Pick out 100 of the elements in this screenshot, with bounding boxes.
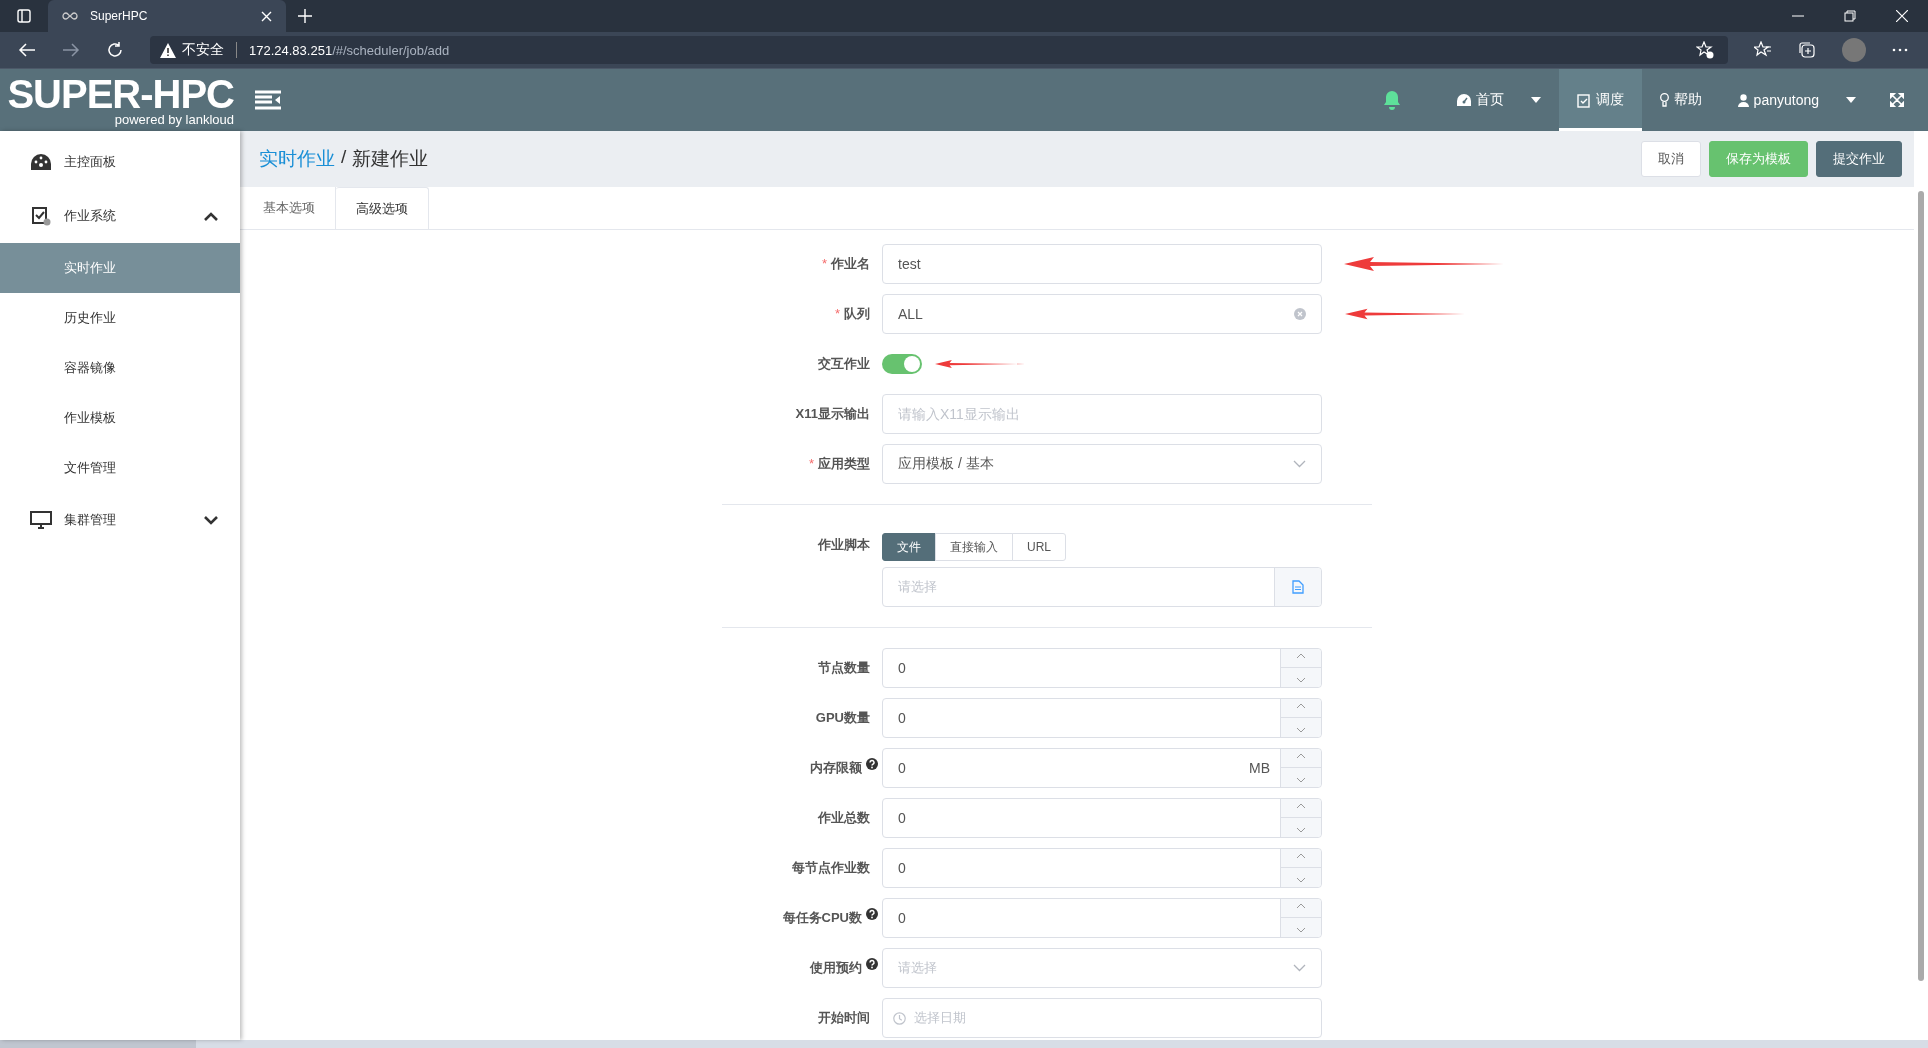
field-label: 使用预约 bbox=[810, 959, 862, 977]
scrollbar-thumb[interactable] bbox=[1918, 191, 1924, 981]
increment-icon[interactable] bbox=[1296, 903, 1306, 910]
sidebar-subitem[interactable]: 容器镜像 bbox=[0, 343, 240, 393]
help-icon[interactable] bbox=[866, 908, 878, 920]
tab[interactable]: 高级选项 bbox=[336, 187, 429, 229]
increment-icon[interactable] bbox=[1296, 853, 1306, 860]
bell-icon[interactable] bbox=[1382, 90, 1401, 110]
field-label: 队列 bbox=[844, 305, 870, 323]
lightbulb-icon bbox=[1659, 93, 1669, 107]
breadcrumb-separator: / bbox=[341, 146, 347, 169]
back-icon[interactable] bbox=[18, 42, 36, 58]
chevron-down-icon[interactable] bbox=[204, 515, 218, 525]
field-label: 作业名 bbox=[831, 255, 870, 273]
required-mark: * bbox=[834, 305, 840, 323]
reload-icon[interactable] bbox=[106, 41, 124, 59]
monitor-icon bbox=[30, 511, 52, 529]
decrement-icon[interactable] bbox=[1296, 726, 1306, 733]
security-label: 不安全 bbox=[182, 41, 224, 59]
add-favorite-icon[interactable] bbox=[1696, 41, 1714, 59]
help-icon[interactable] bbox=[866, 958, 878, 970]
number-field[interactable]: 0 bbox=[882, 798, 1322, 838]
new-tab-icon[interactable] bbox=[298, 9, 312, 23]
increment-icon[interactable] bbox=[1296, 703, 1306, 710]
decrement-icon[interactable] bbox=[1296, 826, 1306, 833]
collections-icon[interactable] bbox=[1798, 41, 1816, 59]
field-label: 开始时间 bbox=[818, 1009, 870, 1027]
number-field[interactable]: 0 bbox=[882, 698, 1322, 738]
more-icon[interactable] bbox=[1892, 48, 1908, 52]
clock-icon bbox=[893, 1011, 906, 1025]
sidebar-item[interactable]: 集群管理 bbox=[0, 493, 240, 547]
close-icon[interactable] bbox=[1896, 10, 1908, 22]
increment-icon[interactable] bbox=[1296, 753, 1306, 760]
logo-subtitle: powered by lankloud bbox=[114, 113, 234, 126]
field-label: GPU数量 bbox=[815, 709, 870, 727]
field-label: 内存限额 bbox=[810, 759, 862, 777]
sidebar-toggle-icon[interactable] bbox=[255, 90, 281, 110]
field-label: 每任务CPU数 bbox=[782, 909, 862, 927]
toggle-switch[interactable] bbox=[882, 354, 922, 374]
restore-icon[interactable] bbox=[1844, 10, 1856, 22]
sidebar-subitem[interactable]: 文件管理 bbox=[0, 443, 240, 493]
action-button[interactable]: 取消 bbox=[1641, 141, 1701, 177]
number-field[interactable]: 0 MB bbox=[882, 748, 1322, 788]
breadcrumb-current: 新建作业 bbox=[352, 147, 429, 171]
site-icon bbox=[62, 11, 78, 21]
field-label: 每节点作业数 bbox=[792, 859, 870, 877]
field-label: 作业总数 bbox=[818, 809, 870, 827]
field-label: 节点数量 bbox=[818, 659, 870, 677]
caret-icon[interactable] bbox=[1530, 97, 1541, 103]
tab-title: SuperHPC bbox=[90, 9, 149, 23]
dashboard-icon bbox=[1456, 94, 1471, 106]
browser-tab[interactable]: SuperHPC bbox=[48, 0, 286, 32]
favorites-icon[interactable] bbox=[1754, 41, 1772, 59]
caret-icon[interactable] bbox=[1846, 97, 1856, 103]
dashboard-icon bbox=[30, 154, 52, 170]
sidebar-item[interactable]: 主控面板 bbox=[0, 135, 240, 189]
nav-item[interactable]: 调度 bbox=[1558, 69, 1642, 131]
url-text: 172.24.83.251/#/scheduler/job/add bbox=[249, 42, 450, 58]
chevron-down-icon bbox=[1293, 964, 1306, 972]
decrement-icon[interactable] bbox=[1296, 776, 1306, 783]
segment-button[interactable]: 文件 bbox=[882, 533, 936, 561]
number-field[interactable]: 0 bbox=[882, 898, 1322, 938]
sidebar-item[interactable]: 作业系统 bbox=[0, 189, 240, 243]
increment-icon[interactable] bbox=[1296, 653, 1306, 660]
required-mark: * bbox=[808, 455, 814, 473]
field-label: 应用类型 bbox=[818, 455, 870, 473]
tab-actions-icon[interactable] bbox=[16, 8, 32, 24]
clipboard-check-icon bbox=[1576, 92, 1591, 108]
select-field[interactable]: ALL bbox=[882, 294, 1322, 334]
segment-button[interactable]: URL bbox=[1012, 533, 1066, 561]
help-icon[interactable] bbox=[866, 758, 878, 770]
forward-icon[interactable] bbox=[62, 42, 80, 58]
chevron-down-icon bbox=[1293, 460, 1306, 468]
clipboard-check-icon bbox=[30, 206, 52, 226]
text-field[interactable]: 请输入X11显示输出 bbox=[882, 394, 1322, 434]
chevron-up-icon[interactable] bbox=[204, 211, 218, 221]
sidebar-subitem[interactable]: 作业模板 bbox=[0, 393, 240, 443]
user-icon bbox=[1737, 93, 1749, 107]
number-field[interactable]: 0 bbox=[882, 648, 1322, 688]
decrement-icon[interactable] bbox=[1296, 926, 1306, 933]
select-field[interactable]: 应用模板 / 基本 bbox=[882, 444, 1322, 484]
increment-icon[interactable] bbox=[1296, 803, 1306, 810]
action-button[interactable]: 提交作业 bbox=[1816, 141, 1902, 177]
nav-item[interactable]: 首页 bbox=[1438, 69, 1559, 131]
field-label: 作业脚本 bbox=[818, 536, 870, 554]
close-icon[interactable] bbox=[261, 10, 272, 22]
text-field[interactable]: test bbox=[882, 244, 1322, 284]
fullscreen-icon[interactable] bbox=[1890, 93, 1904, 107]
sidebar-subitem[interactable]: 历史作业 bbox=[0, 293, 240, 343]
number-field[interactable]: 0 bbox=[882, 848, 1322, 888]
address-bar[interactable]: 不安全 172.24.83.251/#/scheduler/job/add bbox=[150, 36, 1728, 64]
decrement-icon[interactable] bbox=[1296, 676, 1306, 683]
decrement-icon[interactable] bbox=[1296, 876, 1306, 883]
scrollbar-thumb[interactable] bbox=[0, 1040, 196, 1048]
segment-button[interactable]: 直接输入 bbox=[935, 533, 1013, 561]
document-icon[interactable] bbox=[1292, 580, 1304, 594]
nav-item[interactable]: panyutong bbox=[1719, 69, 1874, 131]
nav-item[interactable]: 帮助 bbox=[1641, 69, 1720, 131]
field-label: 交互作业 bbox=[818, 355, 870, 373]
field-label: X11显示输出 bbox=[795, 405, 870, 423]
